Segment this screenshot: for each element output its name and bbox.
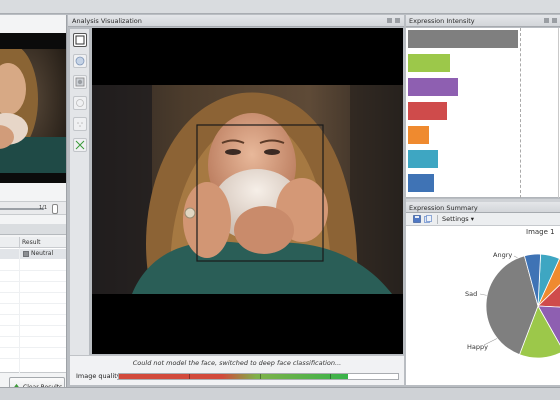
analysis-photo [92, 85, 403, 294]
intensity-bar [408, 78, 458, 96]
save-icon[interactable] [413, 215, 421, 223]
intensity-chart [406, 28, 560, 198]
row-gridline [0, 358, 66, 359]
quality-tick [330, 374, 331, 379]
intensity-bar [408, 54, 450, 72]
summary-panel-titlebar: Expression Summary [406, 202, 560, 213]
dropdown-arrow-icon: ▾ [470, 215, 475, 223]
intensity-bar [408, 174, 435, 192]
results-table: Result Neutral [0, 237, 66, 373]
neutral-color-swatch [23, 250, 29, 257]
image-list-panel: 1/1 Result Neutral [0, 15, 67, 397]
intensity-bar [408, 126, 429, 144]
pin-icon[interactable] [387, 18, 392, 23]
settings-dropdown[interactable]: Settings ▾ [442, 215, 474, 223]
row-gridline [0, 325, 66, 326]
thumbnail-photo [0, 49, 66, 173]
viz-status-strip: Could not model the face, switched to de… [70, 355, 404, 385]
intensity-bar [408, 30, 518, 48]
analysis-viewport[interactable] [92, 28, 403, 354]
quality-tick [189, 374, 190, 379]
intensity-bar [408, 150, 438, 168]
row-gridline [0, 336, 66, 337]
status-bar [0, 387, 560, 400]
row-gridline [0, 303, 66, 304]
image-quality-bar [118, 373, 399, 380]
summary-toolbar: Settings ▾ [406, 213, 560, 226]
face-outline-icon [76, 99, 84, 107]
column-divider [19, 237, 20, 248]
viz-panel-title: Analysis Visualization [72, 17, 142, 25]
face-mesh-icon [75, 56, 85, 66]
landmarks-tool[interactable] [73, 117, 87, 131]
intensity-bar [408, 102, 447, 120]
results-table-header: Result [0, 237, 66, 248]
slider-handle[interactable] [52, 204, 58, 214]
status-message: Could not model the face, switched to de… [132, 359, 342, 367]
result-column-header[interactable]: Result [22, 239, 41, 246]
face-outline-tool[interactable] [73, 96, 87, 110]
face-model-icon [75, 77, 85, 87]
landmarks-icon [77, 122, 83, 127]
row-gridline [0, 347, 66, 348]
intensity-panel-titlebar: Expression Intensity [406, 15, 560, 27]
toolbar-separator [437, 215, 438, 224]
row-gridline [0, 281, 66, 282]
pin-icon[interactable] [544, 18, 549, 23]
select-box-tool[interactable] [73, 33, 87, 47]
table-row[interactable]: Neutral [0, 249, 66, 259]
summary-panel-title: Expression Summary [409, 204, 478, 212]
settings-label: Settings [442, 215, 469, 223]
quality-tick [260, 374, 261, 379]
leader-line [483, 337, 499, 346]
column-gridline [19, 248, 20, 373]
intensity-panel-title: Expression Intensity [409, 17, 475, 25]
result-value: Neutral [31, 250, 54, 257]
results-header-strip [0, 224, 66, 235]
intensity-edge-line [558, 28, 559, 198]
close-icon[interactable] [552, 18, 557, 23]
intensity-guide-line [520, 28, 521, 198]
square-icon [75, 35, 85, 45]
window-top-strip [0, 0, 560, 14]
viz-toolstrip [70, 29, 90, 356]
expression-summary-chart: Image 1 Angry Sad Happy [406, 226, 560, 385]
result-cell: Neutral [23, 250, 53, 257]
axes-tool[interactable] [73, 138, 87, 152]
row-gridline [0, 270, 66, 271]
frame-slider[interactable]: 1/1 [0, 201, 66, 215]
thumbnail-view[interactable] [0, 33, 66, 183]
image-quality-label: Image quality [76, 372, 121, 380]
face-model-tool[interactable] [73, 75, 87, 89]
viz-panel-titlebar: Analysis Visualization [68, 15, 404, 27]
axes-icon [75, 140, 85, 150]
frame-counter: 1/1 [39, 205, 48, 211]
copy-icon[interactable] [424, 215, 432, 223]
app-window: 1/1 Result Neutral Analysis Visualizatio… [0, 0, 560, 400]
pie-svg [479, 253, 560, 359]
slider-track [0, 208, 44, 210]
face-mesh-tool[interactable] [73, 54, 87, 68]
row-gridline [0, 314, 66, 315]
close-icon[interactable] [395, 18, 400, 23]
image-quality-fill [119, 374, 348, 379]
row-gridline [0, 292, 66, 293]
